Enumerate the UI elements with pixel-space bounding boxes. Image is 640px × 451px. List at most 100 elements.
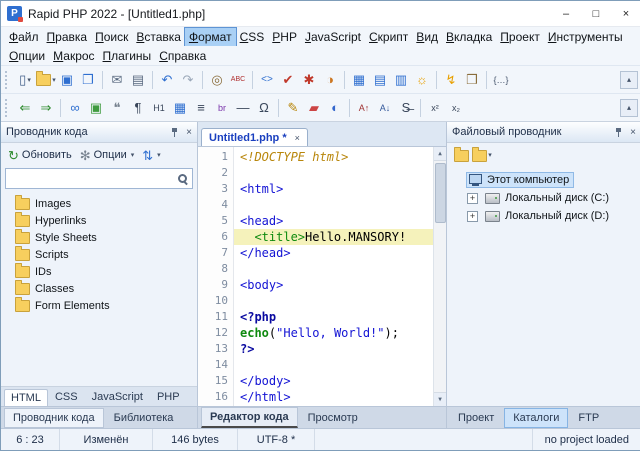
subscript-icon[interactable]: x₂ bbox=[446, 98, 466, 118]
palette-icon[interactable]: ◑ bbox=[320, 70, 340, 90]
file-tree-item[interactable]: +Локальный диск (D:) bbox=[447, 207, 640, 225]
email-icon[interactable]: ✉ bbox=[107, 70, 127, 90]
list-icon[interactable]: ≡ bbox=[191, 98, 211, 118]
heading-icon[interactable]: H1 bbox=[149, 98, 169, 118]
scrollbar-thumb[interactable] bbox=[435, 163, 446, 223]
folder-row[interactable]: Hyperlinks bbox=[1, 212, 197, 229]
file-tree-item[interactable]: Этот компьютер bbox=[447, 171, 640, 189]
toolbar-overflow-button[interactable]: ▴ bbox=[620, 71, 638, 89]
code-line[interactable] bbox=[234, 165, 433, 181]
menu-item-Вкладка[interactable]: Вкладка bbox=[442, 28, 496, 46]
folder-row[interactable]: Classes bbox=[1, 280, 197, 297]
pin-icon[interactable] bbox=[171, 128, 179, 137]
sun-icon[interactable]: ☼ bbox=[412, 70, 432, 90]
maximize-button[interactable]: □ bbox=[581, 1, 611, 26]
view-tab-Просмотр[interactable]: Просмотр bbox=[300, 409, 366, 427]
pencil-icon[interactable]: ✎ bbox=[283, 98, 303, 118]
folder-row[interactable]: IDs bbox=[1, 263, 197, 280]
print-icon[interactable]: ▤ bbox=[128, 70, 148, 90]
menu-item-Правка[interactable]: Правка bbox=[43, 28, 92, 46]
doc-tab-CSS[interactable]: CSS bbox=[48, 388, 85, 406]
scroll-down-button[interactable]: ▼ bbox=[434, 392, 446, 406]
menu-item-PHP[interactable]: PHP bbox=[268, 28, 301, 46]
menu-item-Инструменты[interactable]: Инструменты bbox=[544, 28, 627, 46]
code-line[interactable] bbox=[234, 293, 433, 309]
colors-icon[interactable]: ◐ bbox=[325, 98, 345, 118]
code-line[interactable]: </body> bbox=[234, 373, 433, 389]
scrollbar-track[interactable] bbox=[434, 161, 446, 392]
find-icon[interactable]: ◎ bbox=[207, 70, 227, 90]
tab-close-icon[interactable]: × bbox=[295, 133, 300, 143]
snippets-icon[interactable]: ❒ bbox=[462, 70, 482, 90]
menu-item-Вид[interactable]: Вид bbox=[412, 28, 442, 46]
menu-item-Плагины[interactable]: Плагины bbox=[99, 47, 156, 65]
spellcheck-icon[interactable]: ABC bbox=[228, 70, 248, 90]
font-decrease-icon[interactable]: A↓ bbox=[375, 98, 395, 118]
folder-row[interactable]: Form Elements bbox=[1, 297, 197, 314]
menu-item-Поиск[interactable]: Поиск bbox=[91, 28, 132, 46]
folder-row[interactable]: Scripts bbox=[1, 246, 197, 263]
strikethrough-icon[interactable]: S̶ bbox=[396, 98, 416, 118]
code-line[interactable]: <title>Hello.MANSORY! bbox=[234, 229, 433, 245]
menu-item-Опции[interactable]: Опции bbox=[5, 47, 49, 65]
close-button[interactable]: × bbox=[611, 1, 640, 26]
code-line[interactable]: <body> bbox=[234, 277, 433, 293]
forward-icon[interactable]: ⇒ bbox=[36, 98, 56, 118]
link-icon[interactable]: ∞ bbox=[65, 98, 85, 118]
code-line[interactable]: echo("Hello, World!"); bbox=[234, 325, 433, 341]
menu-item-Файл[interactable]: Файл bbox=[5, 28, 43, 46]
layout-icon[interactable]: ▤ bbox=[370, 70, 390, 90]
code-line[interactable] bbox=[234, 261, 433, 277]
code-line[interactable]: ?> bbox=[234, 341, 433, 357]
editor-code[interactable]: <!DOCTYPE html> <html> <head> <title>Hello… bbox=[234, 147, 433, 406]
new-folder-icon[interactable]: ▾ bbox=[472, 145, 492, 165]
folder-row[interactable]: Images bbox=[1, 195, 197, 212]
file-tree-item[interactable]: +Локальный диск (C:) bbox=[447, 189, 640, 207]
table-icon[interactable]: ▦ bbox=[349, 70, 369, 90]
menu-item-Скрипт[interactable]: Скрипт bbox=[365, 28, 412, 46]
code-line[interactable]: <!DOCTYPE html> bbox=[234, 149, 433, 165]
code-line[interactable] bbox=[234, 197, 433, 213]
code-explorer-search-input[interactable] bbox=[10, 172, 173, 186]
panel-close-icon[interactable]: × bbox=[630, 127, 636, 138]
horizontal-rule-icon[interactable]: — bbox=[233, 98, 253, 118]
expander-icon[interactable]: + bbox=[467, 211, 478, 222]
doc-tab-JavaScript[interactable]: JavaScript bbox=[85, 388, 150, 406]
view-tab-Редактор кода[interactable]: Редактор кода bbox=[201, 407, 298, 428]
redo-icon[interactable]: ↷ bbox=[178, 70, 198, 90]
menu-item-CSS[interactable]: CSS bbox=[236, 28, 269, 46]
code-line[interactable]: <html> bbox=[234, 181, 433, 197]
panel-tab-Библиотека[interactable]: Библиотека bbox=[106, 409, 182, 427]
comment-icon[interactable]: ❝ bbox=[107, 98, 127, 118]
menu-item-Справка[interactable]: Справка bbox=[155, 47, 210, 65]
menu-item-Формат[interactable]: Формат bbox=[185, 28, 236, 46]
save-all-icon[interactable]: ❐ bbox=[78, 70, 98, 90]
tag-icon[interactable]: <> bbox=[257, 70, 277, 90]
doc-tab-PHP[interactable]: PHP bbox=[150, 388, 187, 406]
code-line[interactable]: </html> bbox=[234, 389, 433, 405]
back-icon[interactable]: ⇐ bbox=[15, 98, 35, 118]
line-break-icon[interactable]: br bbox=[212, 98, 232, 118]
code-line[interactable]: <?php bbox=[234, 309, 433, 325]
code-line[interactable]: <head> bbox=[234, 213, 433, 229]
doc-tab-HTML[interactable]: HTML bbox=[4, 389, 48, 406]
braces-icon[interactable]: {…} bbox=[491, 70, 511, 90]
menu-item-Вставка[interactable]: Вставка bbox=[132, 28, 185, 46]
minimize-button[interactable]: – bbox=[551, 1, 581, 26]
sort-button[interactable]: ⇅ ▾ bbox=[139, 147, 163, 164]
image-icon[interactable]: ▣ bbox=[86, 98, 106, 118]
panel-tab-FTP[interactable]: FTP bbox=[570, 409, 607, 427]
editor-tab[interactable]: Untitled1.php * × bbox=[201, 128, 308, 146]
save-icon[interactable]: ▣ bbox=[57, 70, 77, 90]
panel-tab-Проект[interactable]: Проект bbox=[450, 409, 502, 427]
lightning-icon[interactable]: ↯ bbox=[441, 70, 461, 90]
toolbar-overflow-button[interactable]: ▴ bbox=[620, 99, 638, 117]
panel-tab-Каталоги[interactable]: Каталоги bbox=[504, 408, 568, 428]
toolbar-grip[interactable] bbox=[5, 71, 11, 89]
menu-item-Макрос[interactable]: Макрос bbox=[49, 47, 98, 65]
expander-icon[interactable]: + bbox=[467, 193, 478, 204]
paintbrush-icon[interactable]: ▰ bbox=[304, 98, 324, 118]
pilcrow-icon[interactable]: ¶ bbox=[128, 98, 148, 118]
code-line[interactable] bbox=[234, 357, 433, 373]
refresh-button[interactable]: ↻ Обновить bbox=[5, 147, 75, 164]
